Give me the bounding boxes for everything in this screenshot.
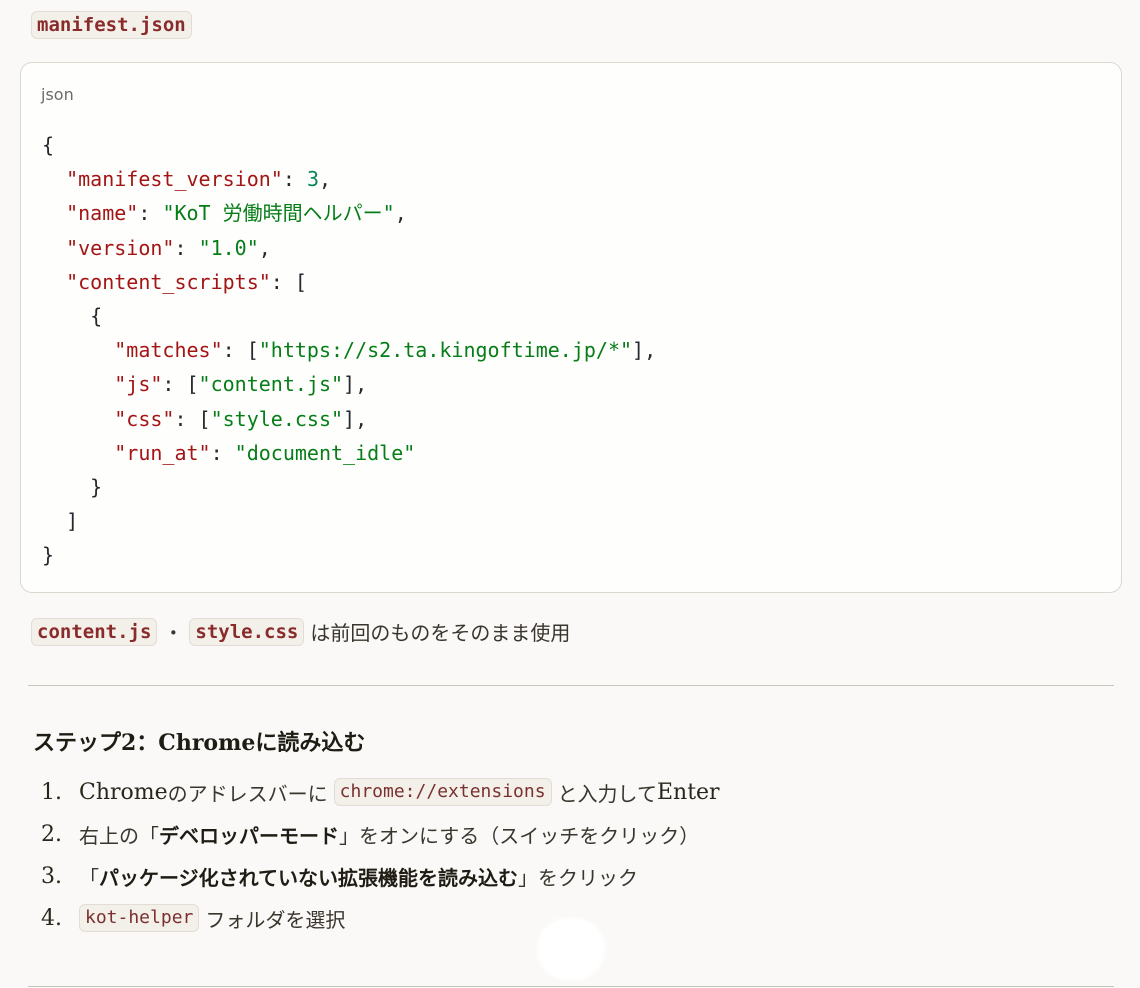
inline-code-kot-helper: kot-helper: [79, 904, 200, 932]
code-punct: [42, 338, 114, 362]
code-punct: : [: [222, 338, 259, 363]
code-string: "style.css": [210, 406, 344, 431]
code-string: "document_idle": [234, 440, 416, 465]
code-number: 3: [306, 167, 319, 192]
code-line: "js": ["content.js"],: [42, 367, 656, 401]
code-line: "content_scripts": [: [42, 265, 656, 299]
code-line: "css": ["style.css"],: [42, 402, 656, 436]
code-punct: {: [42, 304, 103, 329]
code-punct: [42, 407, 114, 431]
note-text: は前回のものをそのまま使用: [310, 621, 571, 645]
code-punct: ],: [632, 338, 657, 363]
code-line: "version": "1.0",: [42, 231, 656, 265]
code-line: {: [42, 128, 656, 162]
code-punct: :: [174, 235, 199, 260]
steps-list: 1. Chrome のアドレスバーに chrome://extensions と…: [41, 771, 720, 939]
code-string: "content.js": [198, 372, 344, 397]
code-key: "version": [66, 235, 175, 260]
step-text: フォルダを選択: [205, 907, 346, 932]
step-text: 」をオンにする（スイッチをクリック）: [339, 823, 700, 848]
code-punct: }: [42, 543, 55, 568]
code-key: "matches": [114, 338, 223, 363]
code-string: "https://s2.ta.kingoftime.jp/*": [258, 338, 633, 363]
code-punct: ],: [343, 372, 368, 397]
step-text: と入力して: [557, 781, 657, 806]
code-punct: : [: [270, 269, 307, 294]
code-punct: [42, 167, 66, 191]
list-item-step-1: 1. Chrome のアドレスバーに chrome://extensions と…: [41, 771, 720, 813]
code-punct: [42, 270, 66, 294]
note-line: content.js ・ style.css は前回のものをそのまま使用: [31, 617, 570, 646]
code-punct: ,: [258, 235, 271, 260]
code-line: {: [42, 299, 656, 333]
code-line: }: [42, 470, 656, 504]
occlusion-blob: [537, 918, 605, 980]
code-punct: :: [282, 167, 307, 192]
step-heading: ステップ2：Chromeに読み込む: [33, 730, 366, 756]
code-punct: [42, 441, 114, 465]
code-key: "js": [114, 372, 163, 397]
code-line: "run_at": "document_idle": [42, 436, 656, 470]
code-line: ]: [42, 504, 656, 538]
inline-code-chrome-extensions: chrome://extensions: [333, 778, 552, 806]
code-line: "name": "KoT 労働時間ヘルパー",: [42, 196, 656, 230]
note-separator: ・: [163, 621, 184, 645]
list-item-step-4: 4. kot-helper フォルダを選択: [41, 897, 720, 939]
code-punct: :: [138, 201, 163, 226]
code-line: }: [42, 538, 656, 572]
code-language-label: json: [41, 85, 74, 104]
step-text-suffix: Enter: [656, 779, 720, 805]
code-punct: [42, 201, 66, 225]
code-block: json { "manifest_version": 3, "name": "K…: [20, 62, 1122, 593]
code-punct: ,: [394, 201, 407, 226]
step-number: 2.: [41, 821, 62, 847]
code-key: "content_scripts": [66, 269, 271, 294]
code-punct: ,: [318, 167, 332, 192]
list-item-step-3: 3. 「 パッケージ化されていない拡張機能を読み込む 」をクリック: [41, 855, 720, 897]
step-text: のアドレスバーに: [167, 781, 328, 806]
code-key: "css": [114, 406, 175, 431]
code-key: "run_at": [114, 440, 211, 465]
inline-code-content-js: content.js: [31, 617, 158, 646]
list-item-step-2: 2. 右上の「 デベロッパーモード 」をオンにする（スイッチをクリック）: [41, 813, 720, 855]
code-punct: {: [42, 133, 55, 157]
code-punct: ]: [42, 509, 79, 534]
code-key: "name": [66, 201, 139, 226]
code-punct: }: [42, 475, 103, 500]
step-text: 「: [79, 865, 99, 890]
step-text-prefix: Chrome: [79, 779, 168, 805]
code-content[interactable]: { "manifest_version": 3, "name": "KoT 労働…: [42, 128, 656, 573]
step-number: 4.: [41, 905, 62, 931]
file-title: manifest.json: [31, 11, 192, 39]
step-text: 右上の「: [79, 823, 159, 848]
step-number: 3.: [41, 863, 62, 889]
code-punct: [42, 372, 114, 396]
code-punct: : [: [174, 406, 211, 431]
divider: [28, 986, 1114, 987]
code-punct: : [: [162, 372, 199, 397]
step-strong-text: デベロッパーモード: [159, 823, 339, 848]
code-punct: :: [210, 440, 235, 465]
inline-code-style-css: style.css: [189, 617, 305, 646]
code-key: "manifest_version": [66, 167, 283, 192]
step-strong-text: パッケージ化されていない拡張機能を読み込む: [99, 865, 518, 890]
code-punct: ],: [343, 406, 368, 431]
step-number: 1.: [41, 779, 62, 805]
divider: [28, 685, 1114, 686]
code-punct: [42, 236, 66, 260]
code-string: "KoT 労働時間ヘルパー": [162, 201, 395, 226]
code-line: "manifest_version": 3,: [42, 162, 656, 196]
code-string: "1.0": [198, 235, 259, 260]
step-text: 」をクリック: [518, 865, 638, 890]
code-line: "matches": ["https://s2.ta.kingoftime.jp…: [42, 333, 656, 367]
